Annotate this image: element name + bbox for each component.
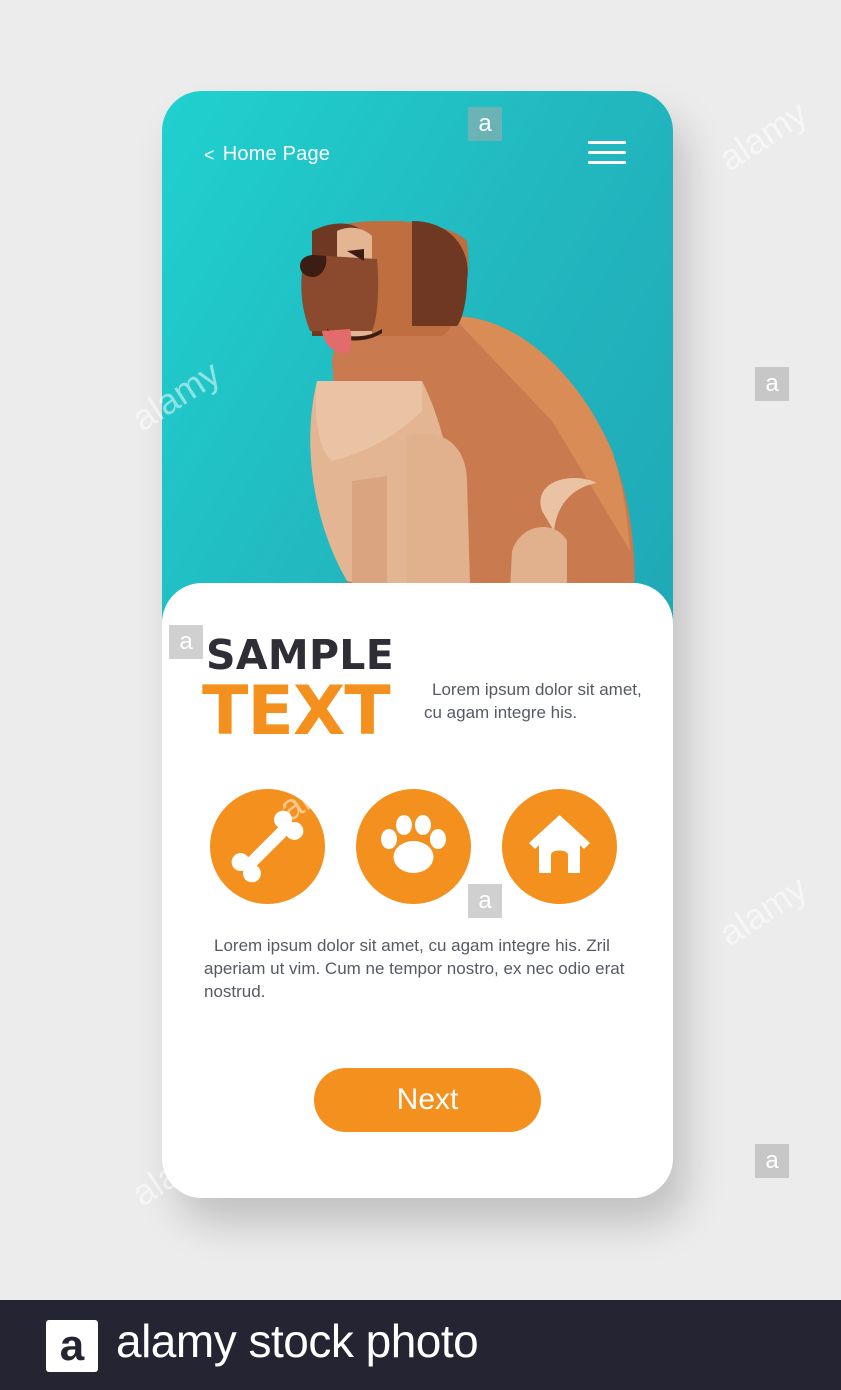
intro-paragraph: Lorem ipsum dolor sit amet, cu agam inte… (424, 680, 642, 722)
watermark-mark: a (755, 1144, 789, 1178)
watermark-mark: a (468, 884, 502, 918)
doghouse-icon (529, 815, 590, 873)
watermark-mark: a (468, 107, 502, 141)
stock-watermark-bar: a alamy stock photo (0, 1300, 841, 1390)
hamburger-icon (588, 141, 626, 144)
hero-banner: < Home Page (162, 91, 673, 651)
watermark-mark: a (169, 625, 203, 659)
back-home-label: Home Page (222, 143, 331, 165)
back-home-link[interactable]: < Home Page (204, 143, 330, 166)
watermark-text: alamy (711, 867, 815, 954)
phone-screen: < Home Page SAMPLE TEXT Lorem ipsum dolo… (162, 91, 673, 1198)
watermark-brand-text: alamy stock photo (116, 1315, 479, 1367)
alamy-logo: a (46, 1320, 98, 1372)
content-card: SAMPLE TEXT Lorem ipsum dolor sit amet, … (162, 583, 673, 1198)
watermark-text: alamy (711, 92, 815, 179)
body-paragraph: Lorem ipsum dolor sit amet, cu agam inte… (204, 936, 625, 1001)
paw-icon (381, 815, 446, 873)
chevron-left-icon: < (204, 144, 215, 165)
doghouse-button[interactable] (502, 789, 617, 904)
title-line-2: TEXT (202, 672, 391, 751)
hamburger-menu-button[interactable] (588, 141, 626, 167)
watermark-mark: a (755, 367, 789, 401)
next-button[interactable]: Next (314, 1068, 541, 1132)
paw-button[interactable] (356, 789, 471, 904)
